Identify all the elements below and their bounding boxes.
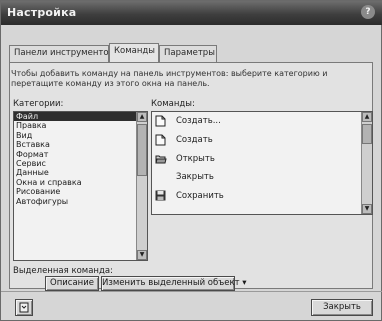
instructions-text: Чтобы добавить команду на панель инструм… xyxy=(11,69,328,88)
title-bar[interactable]: Настройка ? xyxy=(1,1,382,25)
tab-options[interactable]: Параметры xyxy=(159,45,217,62)
open-folder-icon xyxy=(155,153,167,165)
categories-scrollbar[interactable]: ▲ ▼ xyxy=(136,112,147,260)
new-document-icon xyxy=(155,134,166,146)
command-item[interactable]: Создать xyxy=(152,131,372,150)
category-item[interactable]: Вид xyxy=(14,131,147,140)
selected-command-label: Выделенная команда: xyxy=(13,266,113,276)
category-item[interactable]: Файл xyxy=(14,112,147,122)
help-icon[interactable]: ? xyxy=(361,5,375,19)
category-item[interactable]: Вставка xyxy=(14,140,147,149)
command-label: Создать xyxy=(176,134,213,145)
tab-commands[interactable]: Команды xyxy=(109,43,159,62)
command-item[interactable]: Сохранить xyxy=(152,187,372,206)
keyboard-help-button[interactable] xyxy=(15,299,33,316)
command-label: Открыть xyxy=(176,153,215,164)
commands-scroll-thumb[interactable] xyxy=(362,124,372,144)
new-document-icon xyxy=(155,115,166,127)
dropdown-arrow-icon: ▾ xyxy=(242,278,247,288)
save-disk-icon xyxy=(155,190,166,202)
commands-scrollbar[interactable]: ▲ ▼ xyxy=(361,112,372,214)
command-item[interactable]: Создать... xyxy=(152,112,372,131)
category-item[interactable]: Правка xyxy=(14,121,147,130)
category-item[interactable]: Данные xyxy=(14,168,147,177)
command-label: Создать... xyxy=(176,116,221,126)
scroll-up-arrow-icon[interactable]: ▲ xyxy=(137,112,147,122)
description-button[interactable]: Описание xyxy=(45,276,99,291)
keyboard-help-icon xyxy=(19,302,29,313)
category-item[interactable]: Формат xyxy=(14,150,147,159)
close-button[interactable]: Закрыть xyxy=(311,299,373,316)
categories-listbox[interactable]: Файл Правка Вид Вставка Формат Сервис Данные Ок… xyxy=(13,111,148,261)
scroll-up-arrow-icon[interactable]: ▲ xyxy=(362,112,372,122)
tab-toolbars[interactable]: Панели инструментов xyxy=(9,45,114,62)
categories-label: Категории: xyxy=(13,99,64,109)
customize-dialog: Настройка ? Панели инструментов Команды … xyxy=(0,0,382,321)
commands-listbox[interactable]: Создать... Создать Открыть Закрыть Сохранить… xyxy=(151,111,373,215)
scroll-down-arrow-icon[interactable]: ▼ xyxy=(137,250,147,260)
category-item[interactable]: Окна и справка xyxy=(14,178,147,187)
window-title: Настройка xyxy=(7,6,77,19)
category-item[interactable]: Рисование xyxy=(14,187,147,196)
command-label: Сохранить xyxy=(176,191,224,202)
commands-list: Создать... Создать Открыть Закрыть Сохранить xyxy=(152,112,372,206)
scroll-down-arrow-icon[interactable]: ▼ xyxy=(362,204,372,214)
category-item[interactable]: Сервис xyxy=(14,159,147,168)
command-item[interactable]: Закрыть xyxy=(152,168,372,187)
footer-divider xyxy=(1,291,382,292)
category-item[interactable]: Автофигуры xyxy=(14,197,147,206)
modify-selection-label: Изменить выделенный объект xyxy=(102,278,240,288)
command-item[interactable]: Открыть xyxy=(152,150,372,169)
commands-label: Команды: xyxy=(151,99,195,109)
categories-scroll-thumb[interactable] xyxy=(137,124,147,176)
command-label: Закрыть xyxy=(176,172,214,183)
categories-list: Файл Правка Вид Вставка Формат Сервис Данные Ок… xyxy=(14,112,147,206)
modify-selection-button[interactable]: Изменить выделенный объект ▾ xyxy=(101,276,247,291)
